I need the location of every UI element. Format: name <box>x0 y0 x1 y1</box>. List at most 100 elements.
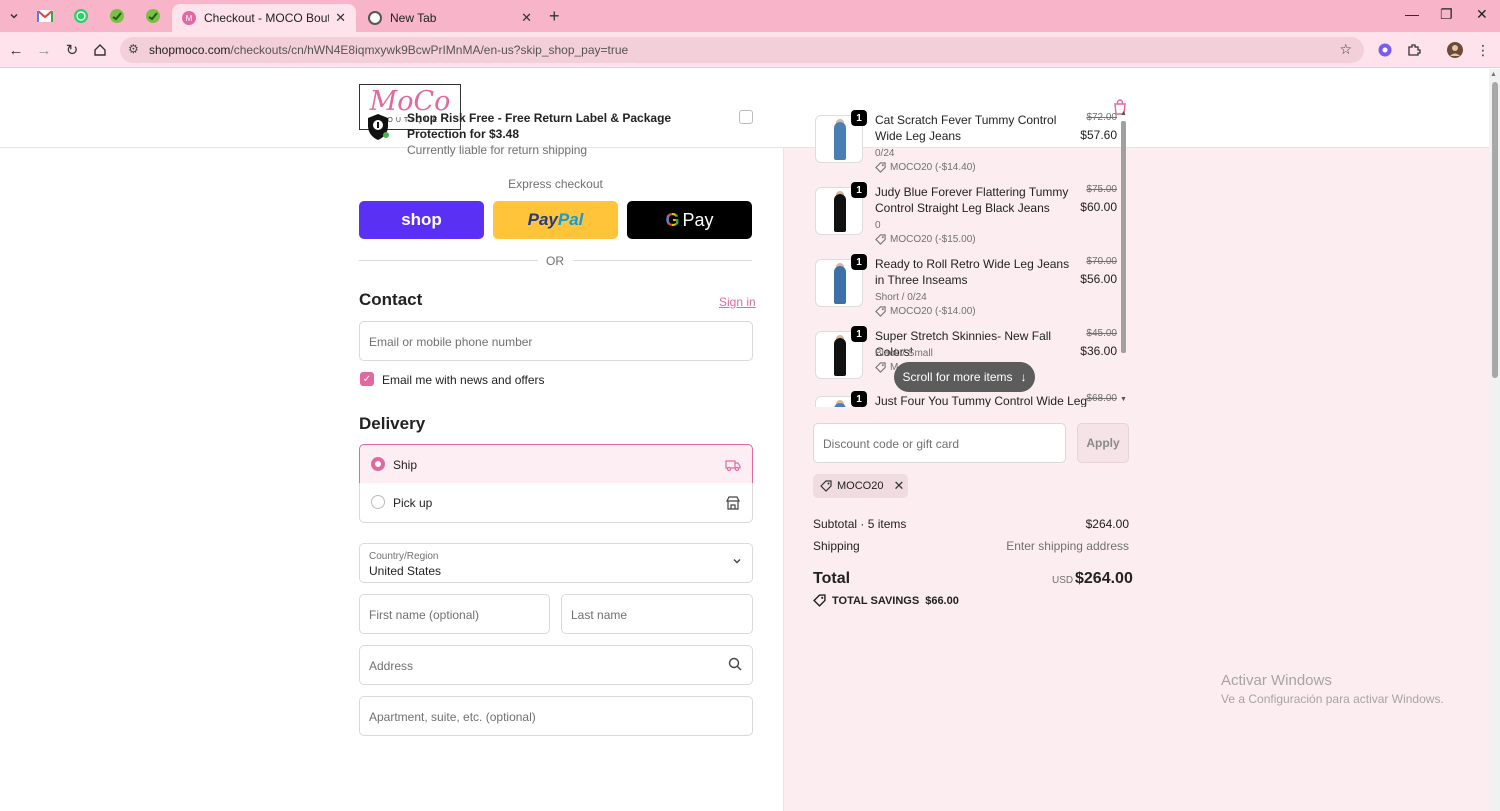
pickup-label: Pick up <box>393 496 433 510</box>
cart-item: 1 Just Four You Tummy Control Wide Leg $… <box>813 391 1118 407</box>
extension-icon <box>146 9 160 23</box>
country-select[interactable]: Country/Region United States <box>359 543 753 583</box>
browser-toolbar: ← → ↻ ⚙ shopmoco.com/checkouts/cn/hWN4E8… <box>0 32 1500 68</box>
cart-scrollbar-thumb[interactable] <box>1121 121 1126 353</box>
discounted-price: $36.00 <box>1080 344 1117 358</box>
apply-discount-button[interactable]: Apply <box>1077 423 1129 463</box>
page-header: MoCo BOUTIQUE <box>0 69 1489 148</box>
shipping-label: Shipping <box>813 539 860 553</box>
delivery-option-ship[interactable]: Ship <box>359 444 753 484</box>
ship-radio[interactable] <box>371 457 385 471</box>
original-price: $70.00 <box>1086 256 1117 267</box>
scroll-up-arrow-icon[interactable]: ▲ <box>1490 71 1497 78</box>
product-discount: MOCO20 (-$14.40) <box>875 162 976 173</box>
savings-value: $66.00 <box>925 594 959 607</box>
subtotal-value: $264.00 <box>1085 517 1129 531</box>
new-tab-button[interactable]: + <box>549 6 560 27</box>
minimize-button[interactable]: — <box>1405 6 1419 22</box>
cart-scroll-up-icon[interactable]: ▲ <box>1120 110 1127 117</box>
or-divider-text: OR <box>546 254 564 268</box>
scroll-for-more-button[interactable]: Scroll for more items ↓ <box>894 362 1035 392</box>
last-name-placeholder: Last name <box>571 608 628 622</box>
tag-icon <box>875 234 886 245</box>
home-button[interactable] <box>90 40 110 60</box>
product-variant: 0 <box>875 220 881 231</box>
reload-button[interactable]: ↻ <box>62 40 82 60</box>
paypal-button[interactable]: Pay Pal <box>493 201 618 239</box>
shield-lock-icon <box>368 114 389 140</box>
discount-text: MOCO20 (-$14.40) <box>890 162 976 173</box>
remove-discount-icon[interactable]: ✕ <box>893 478 904 494</box>
pinned-tab-extension-1[interactable] <box>108 7 126 25</box>
extension-button[interactable] <box>1376 41 1394 59</box>
discounted-price: $57.60 <box>1080 128 1117 142</box>
chevron-down-icon <box>733 559 741 564</box>
bookmark-star-icon[interactable]: ☆ <box>1339 41 1352 58</box>
quantity-badge: 1 <box>851 254 867 270</box>
delivery-heading: Delivery <box>359 414 426 433</box>
address-field[interactable]: Address <box>359 645 753 685</box>
pinned-tab-gmail[interactable] <box>36 7 54 25</box>
paypal-logo-pay: Pay <box>527 210 558 229</box>
pinned-tab-whatsapp[interactable] <box>72 7 90 25</box>
tag-icon <box>813 594 826 607</box>
forward-button[interactable]: → <box>34 40 54 60</box>
discount-code-field[interactable]: Discount code or gift card <box>813 423 1066 463</box>
close-tab-icon[interactable]: ✕ <box>521 10 532 26</box>
browser-menu-button[interactable]: ⋮ <box>1474 41 1492 59</box>
pickup-radio[interactable] <box>371 495 385 509</box>
extension-circle-icon <box>1378 43 1392 57</box>
url-path: /checkouts/cn/hWN4E8iqmxywk9BcwPrIMnMA/e… <box>230 43 629 57</box>
apartment-field[interactable]: Apartment, suite, etc. (optional) <box>359 696 753 736</box>
tag-icon <box>875 362 886 373</box>
tab-new-tab[interactable]: New Tab ✕ <box>358 4 542 32</box>
first-name-placeholder: First name (optional) <box>369 608 480 622</box>
product-name: Ready to Roll Retro Wide Leg Jeans in Th… <box>875 257 1070 287</box>
product-name: Just Four You Tummy Control Wide Leg <box>875 394 1088 407</box>
tab-title: New Tab <box>390 11 437 25</box>
cart-item: 1 Judy Blue Forever Flattering Tummy Con… <box>813 182 1118 254</box>
apartment-placeholder: Apartment, suite, etc. (optional) <box>369 710 536 724</box>
ship-label: Ship <box>393 458 418 472</box>
first-name-field[interactable]: First name (optional) <box>359 594 550 634</box>
restore-button[interactable]: ❐ <box>1440 6 1453 23</box>
back-button[interactable]: ← <box>6 40 26 60</box>
pinned-tab-extension-2[interactable] <box>144 7 162 25</box>
tag-icon <box>875 306 886 317</box>
close-window-button[interactable]: ✕ <box>1476 6 1488 23</box>
divider-right <box>573 260 752 261</box>
cart-scroll-down-icon[interactable]: ▼ <box>1120 396 1127 403</box>
store-icon <box>726 496 740 510</box>
tab-search-button[interactable] <box>4 6 24 26</box>
last-name-field[interactable]: Last name <box>561 594 753 634</box>
shop-pay-button[interactable]: shop <box>359 201 484 239</box>
url-host: shopmoco.com <box>149 43 231 57</box>
moco-favicon-icon: M <box>182 11 196 25</box>
protection-checkbox[interactable] <box>739 110 753 124</box>
original-price: $68.00 <box>1086 393 1117 404</box>
quantity-badge: 1 <box>851 326 867 342</box>
sign-in-link[interactable]: Sign in <box>719 295 756 309</box>
product-name: Cat Scratch Fever Tummy Control Wide Leg… <box>875 113 1057 143</box>
close-tab-icon[interactable]: ✕ <box>335 10 346 26</box>
original-price: $45.00 <box>1086 328 1117 339</box>
address-bar[interactable]: ⚙ shopmoco.com/checkouts/cn/hWN4E8iqmxyw… <box>120 37 1364 63</box>
email-field[interactable]: Email or mobile phone number <box>359 321 753 361</box>
product-variant: Black / Small <box>875 348 933 359</box>
subtotal-row: Subtotal · 5 items $264.00 <box>813 517 1129 531</box>
arrow-right-icon: → <box>36 41 52 59</box>
google-pay-button[interactable]: G Pay <box>627 201 752 239</box>
gmail-icon <box>37 10 53 22</box>
tab-checkout[interactable]: M Checkout - MOCO Boutique ✕ <box>172 4 356 32</box>
protection-title: Shop Risk Free - Free Return Label & Pac… <box>407 111 672 141</box>
delivery-option-pickup[interactable]: Pick up <box>359 483 753 523</box>
chrome-favicon-icon <box>368 11 382 25</box>
checkmark-icon: ✓ <box>362 373 372 385</box>
shop-pay-logo: shop <box>401 210 442 229</box>
page-scrollbar-thumb[interactable] <box>1492 82 1498 378</box>
site-settings-icon[interactable]: ⚙ <box>128 42 139 56</box>
profile-button[interactable] <box>1446 41 1464 59</box>
express-checkout-label: Express checkout <box>508 177 603 191</box>
extensions-menu-button[interactable] <box>1405 41 1423 59</box>
newsletter-checkbox[interactable]: ✓ <box>360 372 374 386</box>
